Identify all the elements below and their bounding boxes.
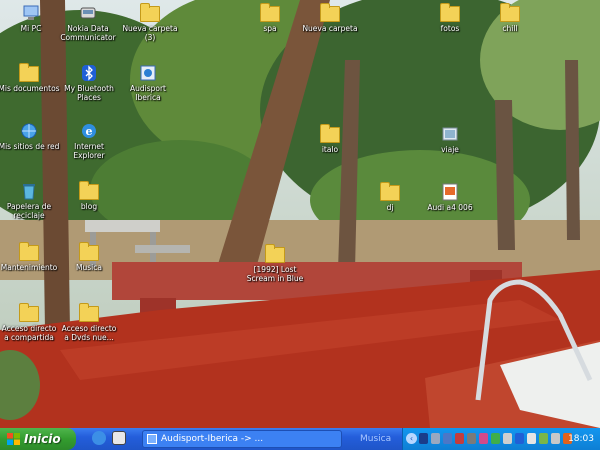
icon-label: [1992] Lost Scream in Blue (246, 265, 304, 283)
system-tray: ‹ 18:03 (402, 428, 600, 450)
windows-logo-icon (7, 433, 20, 445)
tray-icon[interactable] (467, 433, 476, 444)
folder-icon (19, 242, 39, 261)
desktop[interactable]: Mi PC Nokia Data Communicator Nueva carp… (0, 0, 600, 428)
icon-audisport-iberica[interactable]: Audisport Iberica (113, 64, 183, 102)
folder-icon (320, 124, 340, 143)
task-button-label: Audisport-Iberica -> ... (161, 434, 264, 444)
tray-icon[interactable] (503, 433, 512, 444)
toolbar-label-musica[interactable]: Musica (360, 428, 391, 450)
taskbar: Inicio Audisport-Iberica -> ... Musica ‹… (0, 428, 600, 450)
tray-icon[interactable] (431, 433, 440, 444)
network-icon (21, 123, 37, 139)
icon-viaje[interactable]: viaje (415, 125, 485, 154)
start-button[interactable]: Inicio (0, 428, 76, 450)
tray-icon[interactable] (527, 433, 536, 444)
window-icon (147, 434, 157, 444)
folder-shortcut-icon (19, 303, 39, 322)
tray-icons (419, 433, 572, 444)
internet-explorer-icon: e (82, 124, 96, 138)
folder-icon (380, 182, 400, 201)
icon-nokia-data-communicator[interactable]: Nokia Data Communicator (53, 4, 123, 42)
icon-label: Acceso directo a Dvds nue... (61, 324, 117, 342)
icon-label: Internet Explorer (73, 142, 105, 160)
icon-label: Audisport Iberica (129, 84, 166, 102)
tray-icon[interactable] (419, 433, 428, 444)
chevron-left-icon[interactable]: ‹ (406, 433, 417, 444)
icon-label: Nueva carpeta (3) (122, 24, 178, 42)
media-player-quicklaunch-icon[interactable] (112, 431, 126, 445)
folder-icon (260, 3, 280, 22)
icon-label: italo (321, 145, 339, 154)
image-file-icon (442, 127, 458, 141)
icon-musica[interactable]: Musica (54, 242, 124, 272)
icon-label: blog (80, 202, 98, 211)
icon-label: Musica (76, 263, 102, 272)
icon-label: Nueva carpeta (302, 24, 358, 33)
icon-label: chill (502, 24, 518, 33)
tray-icon[interactable] (443, 433, 452, 444)
folder-icon (265, 244, 285, 263)
clock[interactable]: 18:03 (568, 428, 594, 450)
icon-audi-a4-006[interactable]: Audi a4 006 (415, 183, 485, 212)
shortcut-icon (140, 65, 156, 81)
icon-chill[interactable]: chill (475, 3, 545, 33)
icon-label: Audi a4 006 (427, 203, 473, 212)
folder-icon (19, 63, 39, 82)
folder-icon (320, 3, 340, 22)
recycle-bin-icon (23, 184, 35, 200)
icon-label: Nokia Data Communicator (60, 24, 116, 42)
photo-file-icon (442, 183, 458, 201)
icon-italo[interactable]: italo (295, 124, 365, 154)
internet-explorer-quicklaunch-icon[interactable] (92, 431, 106, 445)
folder-icon (140, 3, 160, 22)
folder-shortcut-icon (79, 303, 99, 322)
folder-icon (79, 181, 99, 200)
icon-label: viaje (441, 145, 459, 154)
icon-1992-lost-scream-in-blue[interactable]: [1992] Lost Scream in Blue (235, 244, 315, 283)
icon-blog[interactable]: blog (54, 181, 124, 211)
folder-icon (440, 3, 460, 22)
tray-icon[interactable] (491, 433, 500, 444)
icon-internet-explorer[interactable]: e Internet Explorer (54, 122, 124, 160)
tray-icon[interactable] (479, 433, 488, 444)
start-label: Inicio (24, 432, 61, 446)
icon-nueva-carpeta-3[interactable]: Nueva carpeta (3) (115, 3, 185, 42)
bluetooth-tray-icon[interactable] (515, 433, 524, 444)
tray-icon[interactable] (551, 433, 560, 444)
quick-launch (92, 431, 126, 447)
icon-nueva-carpeta[interactable]: Nueva carpeta (295, 3, 365, 33)
icon-acceso-directo-dvds[interactable]: Acceso directo a Dvds nue... (54, 303, 124, 342)
tray-icon[interactable] (455, 433, 464, 444)
bluetooth-icon (82, 65, 96, 81)
folder-icon (79, 242, 99, 261)
computer-icon (23, 5, 39, 20)
tray-icon[interactable] (539, 433, 548, 444)
phone-app-icon (80, 7, 96, 19)
taskbar-window-audisport[interactable]: Audisport-Iberica -> ... (142, 430, 342, 448)
folder-icon (500, 3, 520, 22)
svg-text:e: e (86, 125, 93, 138)
